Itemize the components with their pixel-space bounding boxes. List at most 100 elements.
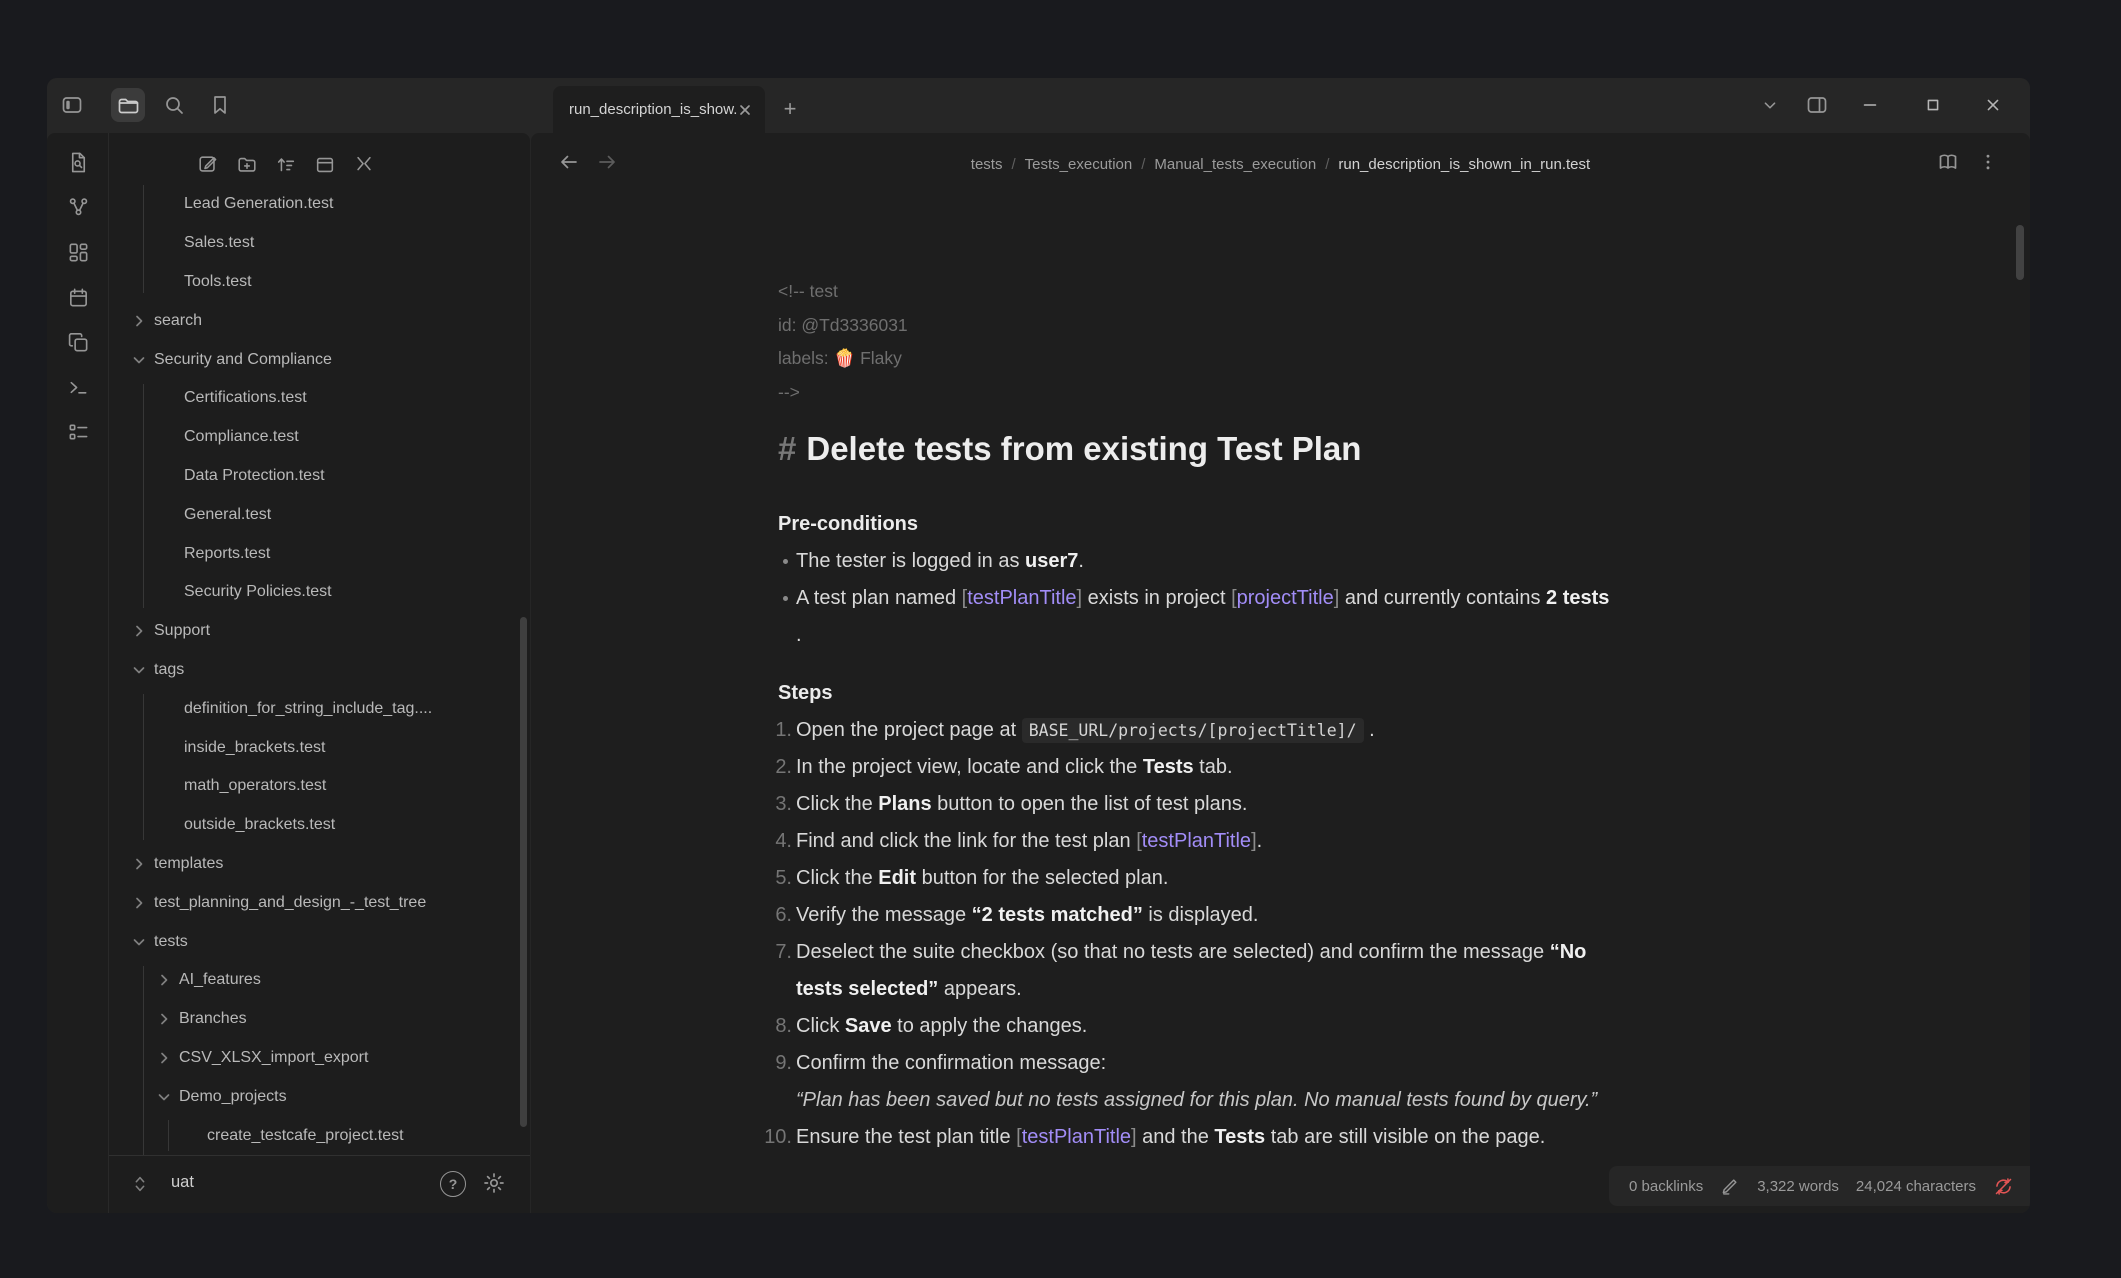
tree-item-file[interactable]: Data Protection.test	[109, 457, 530, 496]
sidebar-scrollbar[interactable]	[520, 617, 527, 1127]
tree-item-folder[interactable]: test_planning_and_design_-_test_tree	[109, 883, 530, 922]
file-explorer: Lead Generation.test Sales.test Tools.te…	[109, 133, 530, 1213]
heading-marker: #	[778, 430, 796, 467]
file-search-button[interactable]	[66, 150, 90, 174]
list-item: The tester is logged in as user7.	[778, 543, 1881, 580]
word-count[interactable]: 3,322 words	[1757, 1178, 1839, 1195]
reading-view-button[interactable]	[1932, 146, 1964, 178]
internal-link[interactable]: testPlanTitle	[1022, 1126, 1131, 1148]
tree-item-file[interactable]: Tools.test	[109, 263, 530, 302]
folder-icon	[116, 93, 140, 117]
list-item: A test plan named [testPlanTitle] exists…	[778, 580, 1881, 654]
chevron-down-icon	[131, 352, 147, 368]
tree-item-folder[interactable]: templates	[109, 845, 530, 884]
tree-item-folder[interactable]: tags	[109, 651, 530, 690]
chevron-right-icon	[131, 856, 147, 872]
view-header: tests / Tests_execution / Manual_tests_e…	[531, 133, 2030, 195]
document-body[interactable]: <!-- test id: @Td3336031 labels: 🍿 Flaky…	[778, 195, 1881, 1156]
steps-title: Steps	[778, 680, 1881, 706]
copy-icon	[67, 331, 90, 354]
terminal-button[interactable]	[66, 375, 90, 399]
breadcrumb-segment[interactable]: Tests_execution	[1025, 156, 1133, 173]
breadcrumb-segment[interactable]: tests	[971, 156, 1003, 173]
properties-button[interactable]	[66, 420, 90, 444]
steps-list: 1.Open the project page at BASE_URL/proj…	[778, 712, 1881, 1156]
tab-active[interactable]: run_description_is_show...	[553, 86, 765, 133]
tree-item-file[interactable]: General.test	[109, 495, 530, 534]
tree-item-file[interactable]: Sales.test	[109, 224, 530, 263]
graph-view-button[interactable]	[66, 195, 90, 219]
toggle-left-sidebar-button[interactable]	[55, 88, 89, 122]
tree-item-folder[interactable]: AI_features	[109, 961, 530, 1000]
files-ribbon-button[interactable]	[111, 88, 145, 122]
new-folder-icon	[236, 154, 258, 176]
edit-mode-toggle[interactable]	[1720, 1176, 1740, 1196]
tree-item-folder[interactable]: tests	[109, 922, 530, 961]
collapse-all-button[interactable]	[349, 150, 379, 180]
tree-item-file[interactable]: Security Policies.test	[109, 573, 530, 612]
templates-button[interactable]	[66, 330, 90, 354]
sync-status[interactable]	[1993, 1176, 2014, 1197]
tree-item-file[interactable]: math_operators.test	[109, 767, 530, 806]
help-button[interactable]: ?	[440, 1171, 466, 1197]
chevron-down-icon	[131, 934, 147, 950]
tree-item-folder[interactable]: Security and Compliance	[109, 340, 530, 379]
preconditions-list: The tester is logged in as user7. A test…	[778, 543, 1881, 654]
character-count[interactable]: 24,024 characters	[1856, 1178, 1976, 1195]
search-button[interactable]	[157, 88, 191, 122]
internal-link[interactable]: testPlanTitle	[967, 587, 1076, 609]
app-window: run_description_is_show... +	[47, 78, 2030, 1213]
close-window-button[interactable]	[1976, 88, 2010, 122]
sort-order-button[interactable]	[271, 150, 301, 180]
new-note-button[interactable]	[193, 150, 223, 180]
tree-item-file[interactable]: definition_for_string_include_tag....	[109, 689, 530, 728]
internal-link[interactable]: testPlanTitle	[1142, 830, 1251, 852]
minimize-icon	[1859, 94, 1881, 116]
tree-item-file[interactable]: outside_brackets.test	[109, 806, 530, 845]
tree-item-file[interactable]: Compliance.test	[109, 418, 530, 457]
chevron-right-icon	[156, 1011, 172, 1027]
settings-button[interactable]	[482, 1171, 506, 1195]
tree-item-file[interactable]: Certifications.test	[109, 379, 530, 418]
vault-name: uat	[171, 1173, 194, 1192]
terminal-icon	[67, 376, 90, 399]
calendar-icon	[67, 286, 90, 309]
internal-link[interactable]: projectTitle	[1237, 587, 1334, 609]
backlinks-count[interactable]: 0 backlinks	[1629, 1178, 1703, 1195]
canvas-button[interactable]	[66, 240, 90, 264]
gear-icon	[482, 1171, 506, 1195]
tree-item-folder[interactable]: CSV_XLSX_import_export	[109, 1039, 530, 1078]
toggle-right-sidebar-button[interactable]	[1800, 88, 1834, 122]
breadcrumb-segment[interactable]: Manual_tests_execution	[1154, 156, 1316, 173]
tree-item-file[interactable]: create_testcafe_project.test	[109, 1116, 530, 1155]
more-options-button[interactable]	[1972, 146, 2004, 178]
book-icon	[1936, 150, 1960, 174]
tree-item-file[interactable]: Lead Generation.test	[109, 185, 530, 224]
vault-switcher[interactable]: uat ?	[109, 1155, 530, 1213]
tree-item-file[interactable]: Reports.test	[109, 534, 530, 573]
new-tab-button[interactable]: +	[773, 92, 807, 126]
layout-button[interactable]	[310, 150, 340, 180]
sort-icon	[275, 154, 297, 176]
breadcrumb-segment-current[interactable]: run_description_is_shown_in_run.test	[1338, 156, 1590, 173]
search-icon	[162, 93, 186, 117]
titlebar: run_description_is_show... +	[47, 78, 2030, 133]
tree-item-folder[interactable]: Support	[109, 612, 530, 651]
maximize-button[interactable]	[1916, 88, 1950, 122]
tree-item-folder[interactable]: Demo_projects	[109, 1077, 530, 1116]
tree-item-file[interactable]: inside_brackets.test	[109, 728, 530, 767]
daily-note-button[interactable]	[66, 285, 90, 309]
maximize-icon	[1922, 94, 1944, 116]
tree-item-folder[interactable]: Branches	[109, 1000, 530, 1039]
tab-close-icon[interactable]	[737, 102, 753, 118]
tab-list-button[interactable]	[1753, 88, 1787, 122]
minimize-button[interactable]	[1853, 88, 1887, 122]
bookmarks-button[interactable]	[203, 88, 237, 122]
chevron-right-icon	[131, 895, 147, 911]
list-item: 5.Click the Edit button for the selected…	[778, 860, 1881, 897]
list-item: 3.Click the Plans button to open the lis…	[778, 786, 1881, 823]
tree-item-folder[interactable]: search	[109, 301, 530, 340]
new-folder-button[interactable]	[232, 150, 262, 180]
editor-scrollbar[interactable]	[2016, 225, 2024, 280]
list-item: 9.Confirm the confirmation message:“Plan…	[778, 1045, 1881, 1119]
